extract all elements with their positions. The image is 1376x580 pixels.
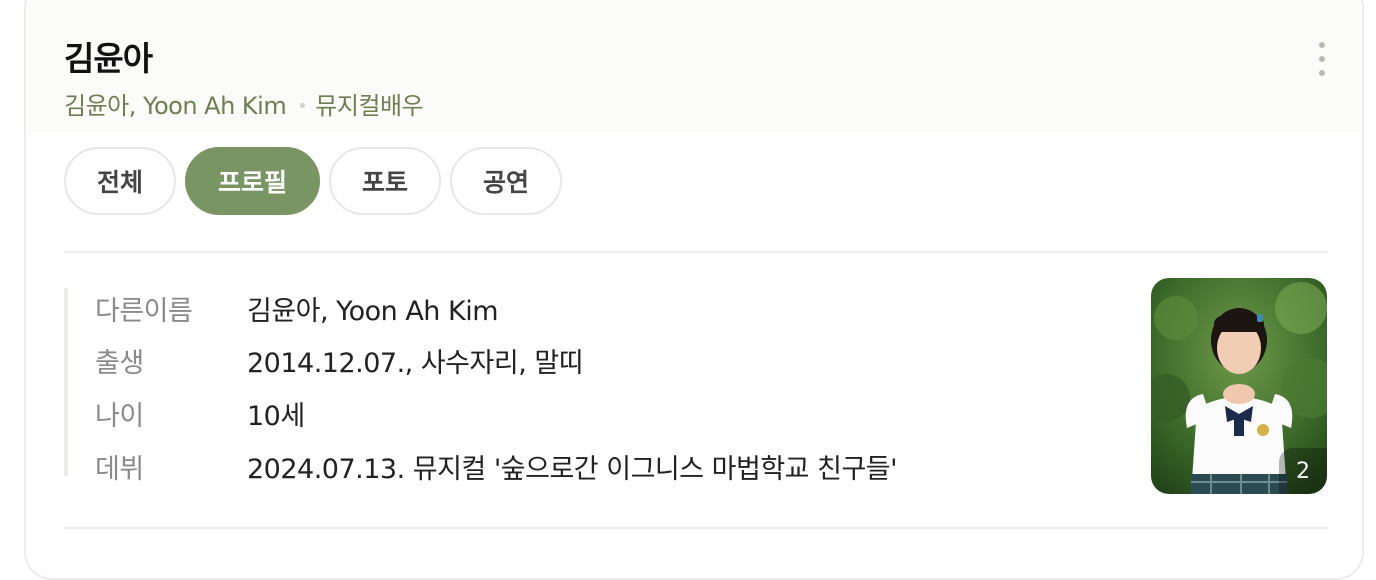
subtitle-names: 김윤아, Yoon Ah Kim: [64, 92, 287, 120]
info-value[interactable]: 2024.07.13. 뮤지컬 '숲으로간 이그니스 마법학교 친구들': [247, 447, 898, 486]
tab-profile[interactable]: 프로필: [185, 147, 321, 215]
more-vertical-icon[interactable]: [1312, 42, 1332, 76]
profile-subtitle: 김윤아, Yoon Ah Kim 뮤지컬배우: [64, 86, 424, 121]
info-value: 김윤아, Yoon Ah Kim: [247, 295, 499, 327]
info-label: 데뷔: [95, 453, 144, 485]
info-row-debut: 데뷔 2024.07.13. 뮤지컬 '숲으로간 이그니스 마법학교 친구들': [95, 446, 898, 486]
info-value: 10세: [247, 400, 305, 432]
info-value[interactable]: 2014.12.07., 사수자리, 말띠: [247, 341, 584, 380]
info-row-age: 나이 10세: [95, 393, 305, 433]
subtitle-role[interactable]: 뮤지컬배우: [315, 92, 423, 120]
info-label: 나이: [95, 400, 144, 432]
profile-photo[interactable]: 2: [1151, 278, 1327, 494]
info-list: 다른이름 김윤아, Yoon Ah Kim 출생 2014.12.07., 사수…: [64, 288, 1068, 485]
separator-dot: [300, 102, 306, 108]
info-label: 다른이름: [95, 295, 193, 327]
photo-count-badge: 2: [1279, 448, 1327, 494]
divider-bottom: [64, 527, 1328, 529]
profile-name: 김윤아: [64, 39, 153, 78]
profile-card: 김윤아 김윤아, Yoon Ah Kim 뮤지컬배우 전체 프로필 포토 공연 다…: [24, 0, 1364, 580]
info-row-other-names: 다른이름 김윤아, Yoon Ah Kim: [95, 288, 499, 328]
info-row-birth: 출생 2014.12.07., 사수자리, 말띠: [95, 340, 584, 380]
tab-all[interactable]: 전체: [64, 147, 177, 215]
tab-bar: 전체 프로필 포토 공연: [64, 147, 563, 215]
divider-top: [64, 251, 1328, 253]
tab-photo[interactable]: 포토: [329, 147, 442, 215]
tab-performance[interactable]: 공연: [450, 147, 563, 215]
info-label: 출생: [95, 347, 144, 379]
